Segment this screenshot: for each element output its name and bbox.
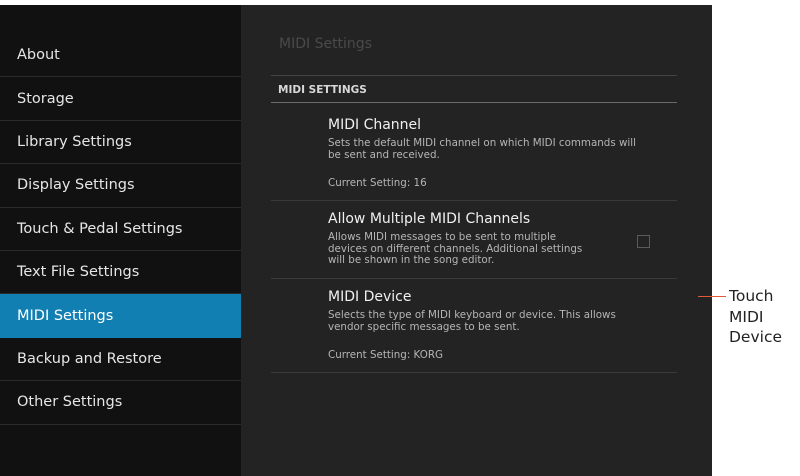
sidebar-item-label: Backup and Restore: [17, 350, 162, 367]
sidebar-item-label: Storage: [17, 90, 74, 107]
sidebar-item-display-settings[interactable]: Display Settings: [0, 164, 241, 208]
page-title: MIDI Settings: [279, 36, 372, 52]
tablet-screen: About Storage Library Settings Display S…: [0, 5, 712, 476]
sidebar-item-label: About: [17, 47, 60, 64]
setting-midi-channel[interactable]: MIDI Channel Sets the default MIDI chann…: [271, 104, 677, 201]
sidebar-item-text-file-settings[interactable]: Text File Settings: [0, 251, 241, 295]
sidebar-item-label: Display Settings: [17, 177, 135, 194]
setting-description: Selects the type of MIDI keyboard or dev…: [328, 309, 668, 333]
sidebar-item-other-settings[interactable]: Other Settings: [0, 381, 241, 425]
sidebar-item-label: Touch & Pedal Settings: [17, 220, 183, 237]
settings-sidebar: About Storage Library Settings Display S…: [0, 5, 241, 476]
allow-multiple-channels-checkbox[interactable]: [637, 235, 650, 248]
setting-description: Allows MIDI messages to be sent to multi…: [328, 231, 668, 267]
sidebar-item-label: Text File Settings: [17, 264, 140, 281]
description-line: Selects the type of MIDI keyboard or dev…: [328, 309, 616, 321]
callout-annotation: Touch MIDI Device: [729, 286, 782, 348]
setting-current-value: Current Setting: 16: [328, 177, 427, 189]
setting-midi-device[interactable]: MIDI Device Selects the type of MIDI key…: [271, 279, 677, 373]
setting-current-value: Current Setting: KORG: [328, 349, 443, 361]
sidebar-item-backup-restore[interactable]: Backup and Restore: [0, 338, 241, 382]
callout-line-text: MIDI: [729, 307, 764, 326]
sidebar-list: About Storage Library Settings Display S…: [0, 34, 241, 425]
sidebar-item-storage[interactable]: Storage: [0, 77, 241, 121]
sidebar-item-label: MIDI Settings: [17, 307, 114, 324]
callout-line: [698, 296, 726, 297]
sidebar-item-library-settings[interactable]: Library Settings: [0, 121, 241, 165]
description-line: will be shown in the song editor.: [328, 254, 495, 266]
callout-line-text: Device: [729, 328, 783, 346]
description-line: Sets the default MIDI channel on which M…: [328, 137, 636, 149]
sidebar-item-about[interactable]: About: [0, 34, 241, 78]
settings-content: MIDI Settings MIDI SETTINGS MIDI Channel…: [241, 5, 712, 476]
sidebar-item-label: Library Settings: [17, 133, 132, 150]
setting-title: MIDI Channel: [328, 117, 422, 133]
description-line: be sent and received.: [328, 148, 440, 161]
sidebar-item-midi-settings[interactable]: MIDI Settings: [0, 294, 241, 338]
sidebar-item-label: Other Settings: [17, 394, 123, 411]
setting-title: MIDI Device: [328, 289, 412, 305]
setting-title: Allow Multiple MIDI Channels: [328, 211, 531, 227]
callout-line-text: Touch: [729, 287, 774, 305]
sidebar-item-touch-pedal-settings[interactable]: Touch & Pedal Settings: [0, 208, 241, 251]
description-line: Allows MIDI messages to be sent to multi…: [328, 231, 557, 243]
section-header: MIDI SETTINGS: [271, 75, 677, 103]
setting-allow-multiple-midi-channels[interactable]: Allow Multiple MIDI Channels Allows MIDI…: [271, 201, 677, 279]
setting-description: Sets the default MIDI channel on which M…: [328, 137, 668, 161]
description-line: vendor specific messages to be sent.: [328, 320, 520, 333]
